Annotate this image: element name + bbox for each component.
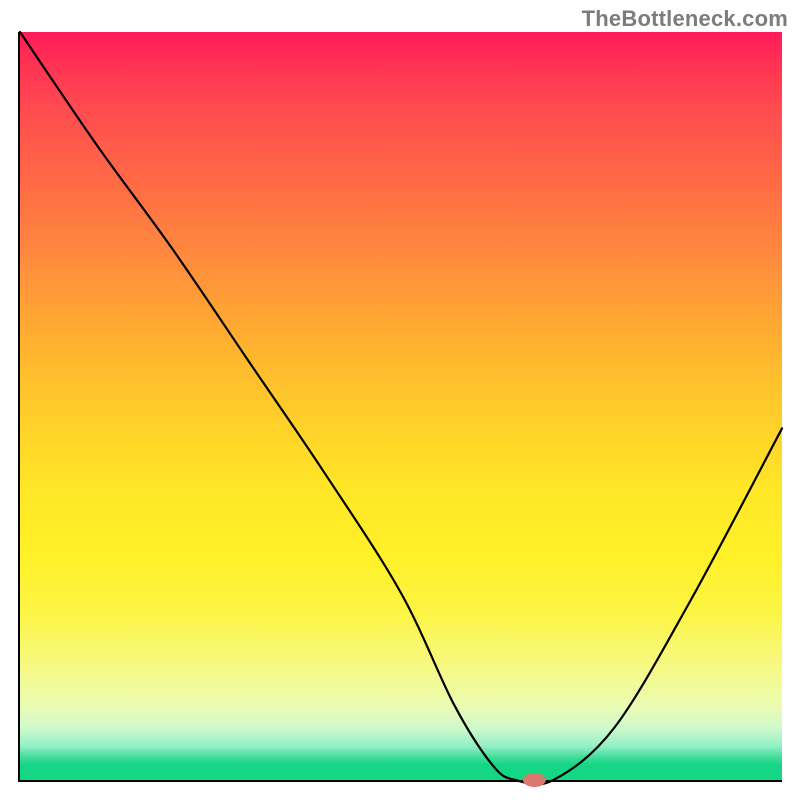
optimum-marker <box>523 774 545 787</box>
watermark-text: TheBottleneck.com <box>582 6 788 32</box>
chart-frame: TheBottleneck.com <box>0 0 800 800</box>
plot-area <box>18 32 782 782</box>
curve-layer <box>20 32 782 780</box>
bottleneck-curve <box>20 32 782 784</box>
